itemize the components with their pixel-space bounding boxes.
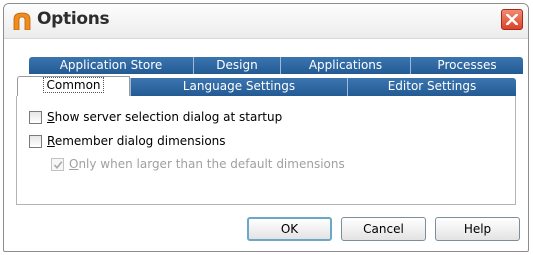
only-when-larger-option: Only when larger than the default dimens…: [51, 157, 401, 173]
only-when-larger-label: Only when larger than the default dimens…: [69, 157, 345, 171]
tab-design[interactable]: Design: [193, 57, 280, 74]
remember-dimensions-checkbox[interactable]: [29, 135, 42, 148]
options-dialog: Options Application Store Design Applica…: [3, 3, 529, 252]
remember-dimensions-label: Remember dialog dimensions: [47, 134, 226, 148]
show-server-selection-option[interactable]: Show server selection dialog at startup: [29, 110, 329, 126]
only-when-larger-checkbox: [51, 158, 64, 171]
tab-application-store[interactable]: Application Store: [29, 57, 193, 74]
tab-language-settings[interactable]: Language Settings: [130, 78, 347, 96]
tab-common[interactable]: Common: [17, 76, 130, 96]
cancel-button[interactable]: Cancel: [341, 217, 426, 241]
show-server-selection-label: Show server selection dialog at startup: [47, 110, 283, 124]
tab-common-label: Common: [43, 77, 104, 93]
window-title: Options: [37, 9, 110, 29]
title-bar[interactable]: Options: [4, 4, 528, 39]
help-button[interactable]: Help: [435, 217, 520, 241]
checkmark-icon: [53, 161, 63, 170]
common-tab-panel: Show server selection dialog at startup …: [16, 96, 516, 205]
tab-row-back: Application Store Design Applications Pr…: [29, 57, 523, 74]
ok-button[interactable]: OK: [247, 217, 332, 241]
close-button[interactable]: [501, 9, 523, 30]
tab-applications[interactable]: Applications: [280, 57, 410, 74]
tab-processes[interactable]: Processes: [410, 57, 523, 74]
tab-editor-settings[interactable]: Editor Settings: [347, 78, 516, 96]
remember-dimensions-option[interactable]: Remember dialog dimensions: [29, 134, 329, 150]
show-server-selection-checkbox[interactable]: [29, 111, 42, 124]
app-logo-icon: [13, 12, 31, 30]
tab-row-front: Common Language Settings Editor Settings: [17, 76, 516, 96]
close-icon: [506, 14, 518, 25]
